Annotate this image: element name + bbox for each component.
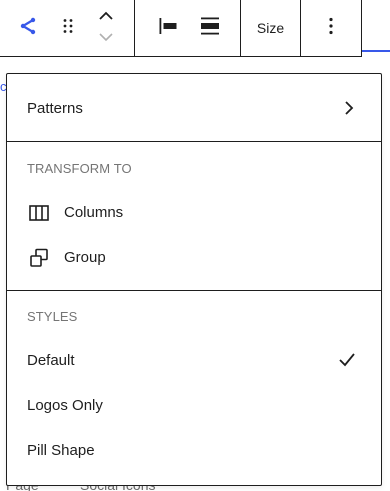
block-options-menu: Patterns TRANSFORM TO Columns Group STYL… xyxy=(6,73,382,486)
size-button[interactable]: Size xyxy=(241,0,300,56)
move-down-button[interactable] xyxy=(88,28,124,50)
transform-heading: TRANSFORM TO xyxy=(27,160,132,176)
toolbar-group-block xyxy=(0,0,135,56)
checkmark-icon xyxy=(337,350,357,374)
justify-left-button[interactable] xyxy=(147,0,189,56)
transform-columns-label: Columns xyxy=(64,204,124,221)
style-logos-only-label: Logos Only xyxy=(27,397,103,414)
group-icon xyxy=(27,246,51,270)
style-pill-shape-item[interactable]: Pill Shape xyxy=(7,428,381,473)
toolbar-group-options xyxy=(301,0,361,56)
toolbar-group-size: Size xyxy=(241,0,301,56)
style-default-item[interactable]: Default xyxy=(7,338,381,383)
patterns-label: Patterns xyxy=(27,100,83,117)
menu-section-transform: TRANSFORM TO Columns Group xyxy=(7,142,381,291)
transform-group-label: Group xyxy=(64,249,106,266)
options-button[interactable] xyxy=(301,0,361,56)
style-logos-only-item[interactable]: Logos Only xyxy=(7,383,381,428)
columns-icon xyxy=(27,201,51,225)
justify-left-icon xyxy=(156,14,180,43)
style-default-label: Default xyxy=(27,352,75,369)
justify-center-button[interactable] xyxy=(189,0,231,56)
share-button[interactable] xyxy=(8,0,48,56)
transform-columns-item[interactable]: Columns xyxy=(7,190,381,235)
drag-handle-icon xyxy=(56,14,80,43)
block-mover xyxy=(88,0,124,56)
background-accent-line xyxy=(362,50,390,52)
menu-section-styles: STYLES Default Logos Only Pill Shape xyxy=(7,291,381,473)
styles-heading: STYLES xyxy=(27,309,78,324)
more-vertical-icon xyxy=(319,14,343,43)
chevron-right-icon xyxy=(343,99,355,121)
chevron-up-icon xyxy=(96,8,116,27)
block-toolbar: Size xyxy=(0,0,362,57)
toolbar-group-justify xyxy=(135,0,241,56)
drag-handle-button[interactable] xyxy=(48,0,88,56)
style-pill-shape-label: Pill Shape xyxy=(27,442,95,459)
patterns-menu-item[interactable]: Patterns xyxy=(7,86,381,131)
move-up-button[interactable] xyxy=(88,6,124,28)
share-icon xyxy=(16,14,40,43)
justify-center-icon xyxy=(198,14,222,43)
menu-section-patterns: Patterns xyxy=(7,74,381,142)
chevron-down-icon xyxy=(96,30,116,49)
transform-group-item[interactable]: Group xyxy=(7,235,381,280)
